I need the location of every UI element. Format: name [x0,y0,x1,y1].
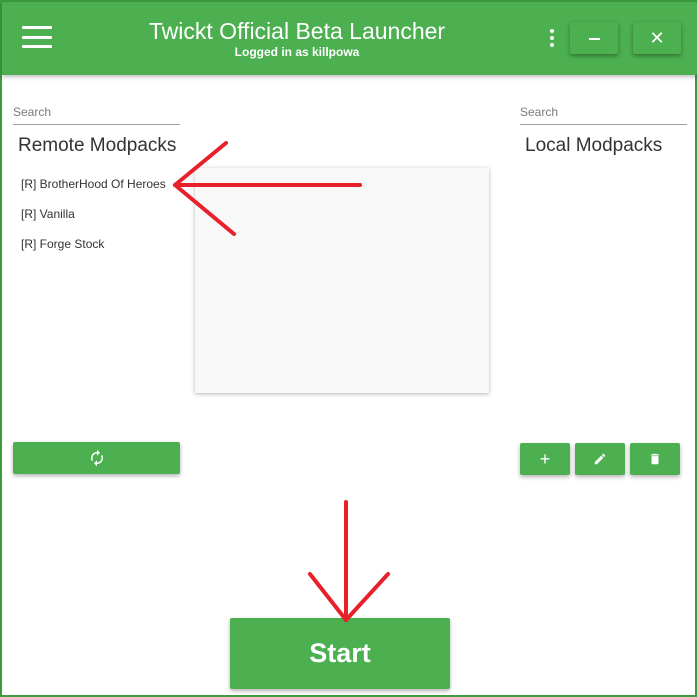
launcher-window: Twickt Official Beta Launcher Logged in … [0,0,697,697]
remote-modpack-list: [R] BrotherHood Of Heroes [R] Vanilla [R… [21,177,191,267]
modpack-preview-panel [195,168,489,393]
close-button[interactable]: ✕ [633,22,681,54]
list-item[interactable]: [R] Forge Stock [21,237,191,267]
app-title: Twickt Official Beta Launcher [148,18,446,44]
arrow-head-left [308,572,348,622]
app-header: Twickt Official Beta Launcher Logged in … [2,2,697,75]
local-modpacks-title: Local Modpacks [525,135,663,156]
edit-modpack-button[interactable] [575,443,625,475]
close-icon: ✕ [649,28,665,48]
local-search-input[interactable] [520,99,687,125]
plus-icon: + [539,449,551,469]
start-button[interactable]: Start [230,618,450,689]
pencil-icon [594,453,606,465]
add-modpack-button[interactable]: + [520,443,570,475]
minimize-button[interactable] [570,22,618,54]
minimize-icon [588,38,600,41]
remote-modpacks-title: Remote Modpacks [18,135,177,156]
arrow-head-right [344,572,390,622]
trash-icon [650,453,660,465]
list-item[interactable]: [R] BrotherHood Of Heroes [21,177,191,207]
refresh-icon [90,449,103,467]
list-item[interactable]: [R] Vanilla [21,207,191,237]
delete-modpack-button[interactable] [630,443,680,475]
logged-in-status: Logged in as killpowa [234,45,360,59]
more-options-icon[interactable] [548,29,556,49]
remote-search-input[interactable] [13,99,180,125]
refresh-button[interactable] [13,442,180,474]
